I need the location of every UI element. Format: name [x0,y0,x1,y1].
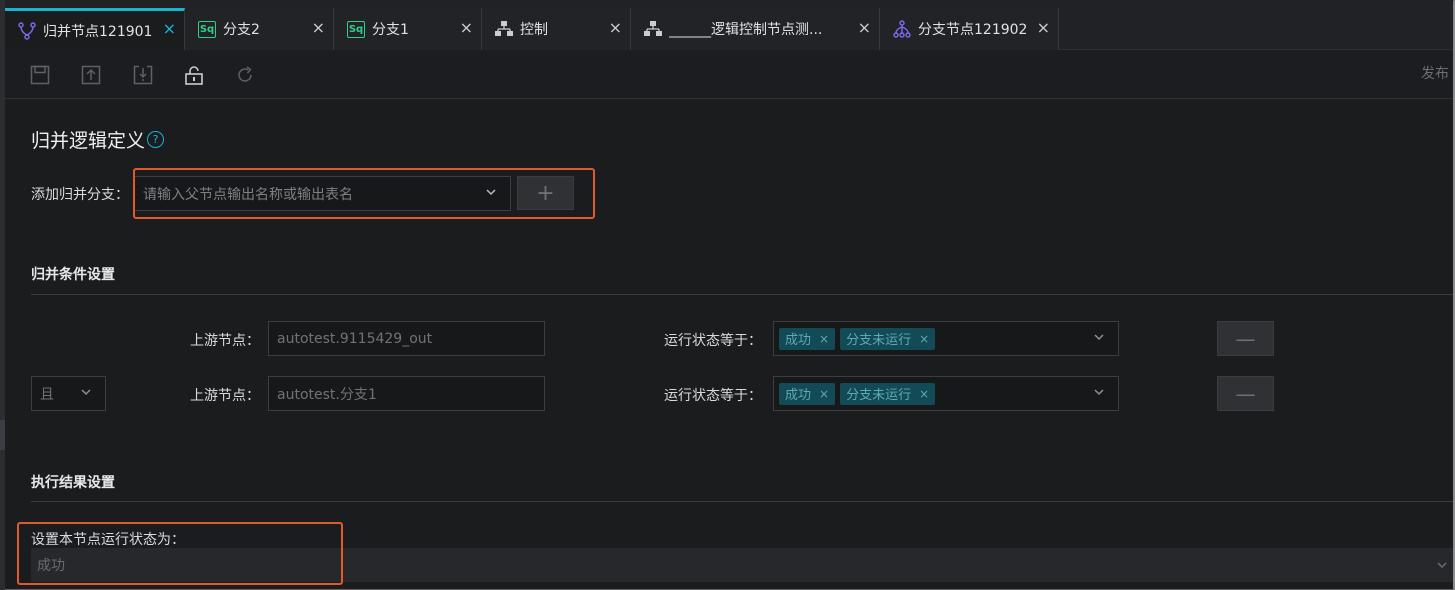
tab-label: 分支1 [372,22,409,38]
tag-close-icon[interactable]: × [919,332,929,346]
section-conditions-title: 归并条件设置 [31,267,115,283]
status-tag: 成功 × [779,382,836,405]
submit-icon[interactable] [80,64,102,86]
divider [31,501,1453,502]
main-content: 归并逻辑定义 ? 添加归并分支： 请输入父节点输出名称或输出表名 + 归并条件设… [5,100,1453,588]
toolbar: 发布 [5,51,1453,99]
close-icon[interactable]: × [858,18,871,37]
remove-condition-button[interactable]: — [1217,376,1274,411]
tab-control[interactable]: 控制 × [482,8,631,50]
logic-operator-value: 且 [40,386,54,403]
section-result-title: 执行结果设置 [31,475,115,491]
tag-close-icon[interactable]: × [819,387,829,401]
highlight-box [17,522,343,585]
close-icon[interactable]: × [460,18,473,37]
tag-close-icon[interactable]: × [819,332,829,346]
upstream-node-input[interactable]: autotest.9115429_out [268,321,545,356]
status-tag: 分支未运行 × [840,382,936,405]
status-tag: 分支未运行 × [840,327,936,350]
tab-merge-node[interactable]: 归并节点121901 × [5,8,185,50]
upstream-node-label: 上游节点： [190,333,260,349]
help-icon[interactable]: ? [147,131,165,148]
tab-label: 归并节点121901 [43,23,153,40]
close-icon[interactable]: × [1037,18,1050,37]
merge-node-icon [17,21,37,41]
merge-definition-title: 归并逻辑定义 ? [31,126,165,153]
sql-icon: Sq [197,19,217,39]
sql-icon: Sq [346,19,366,39]
close-icon[interactable]: × [312,18,325,37]
tab-branch2[interactable]: Sq 分支2 × [185,8,334,50]
tab-label: 控制 [520,22,548,38]
tab-branch1[interactable]: Sq 分支1 × [334,8,482,50]
refresh-icon[interactable] [234,64,256,86]
tag-close-icon[interactable]: × [919,387,929,401]
close-icon[interactable]: × [609,18,622,37]
tab-label: ______逻辑控制节点测... [669,22,823,38]
page-title: 归并逻辑定义 [31,130,146,152]
save-icon[interactable] [29,64,51,86]
chevron-down-icon [81,389,91,396]
tab-bar: 归并节点121901 × Sq 分支2 × Sq 分支1 × 控制 × ____… [5,0,1453,50]
tab-label: 分支2 [223,22,260,38]
chevron-down-icon [1437,562,1447,569]
status-tag: 成功 × [779,327,836,350]
run-status-select[interactable]: 成功 × 分支未运行 × [773,321,1119,356]
remove-condition-button[interactable]: — [1217,321,1274,356]
chevron-down-icon [1094,389,1104,396]
branch-node-icon [892,19,912,39]
run-status-label: 运行状态等于： [664,388,762,404]
logic-operator-select[interactable]: 且 [31,376,106,411]
upstream-node-value: autotest.分支1 [277,386,377,403]
tab-label: 分支节点121902 [918,22,1028,38]
download-icon[interactable] [132,64,154,86]
upstream-node-value: autotest.9115429_out [277,330,433,347]
highlight-box [133,168,595,219]
upstream-node-input[interactable]: autotest.分支1 [268,376,545,411]
divider [31,294,1453,295]
publish-button[interactable]: 发布 [1421,63,1449,83]
chevron-down-icon [1094,334,1104,341]
close-icon[interactable]: × [163,19,176,38]
control-node-icon [643,19,663,39]
add-branch-label: 添加归并分支： [31,187,129,203]
unlock-icon[interactable] [183,64,205,86]
upstream-node-label: 上游节点： [190,388,260,404]
tab-branch-node[interactable]: 分支节点121902 × [880,8,1059,50]
control-node-icon [494,19,514,39]
tab-logic-control[interactable]: ______逻辑控制节点测... × [631,8,880,50]
run-status-select[interactable]: 成功 × 分支未运行 × [773,376,1119,411]
run-status-label: 运行状态等于： [664,333,762,349]
